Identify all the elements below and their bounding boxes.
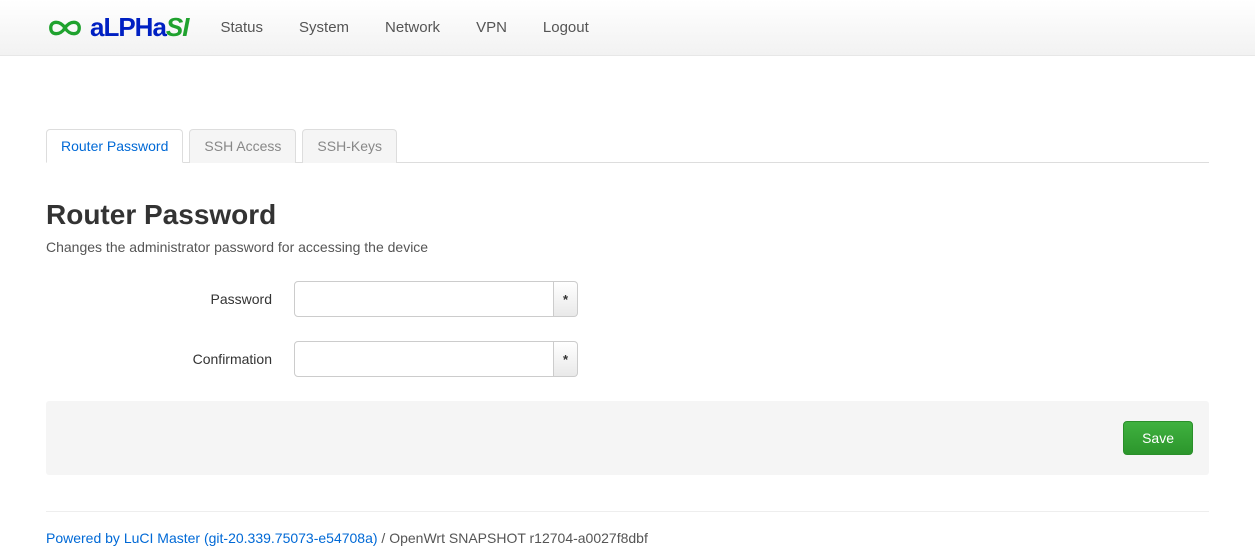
footer-link[interactable]: Powered by LuCI Master (git-20.339.75073…: [46, 530, 378, 546]
navbar: aLPHaSI Status System Network VPN Logout: [0, 0, 1255, 56]
main-container: Router Password SSH Access SSH-Keys Rout…: [0, 128, 1255, 546]
password-reveal-button[interactable]: *: [554, 281, 578, 317]
nav-item-vpn[interactable]: VPN: [476, 19, 507, 36]
password-label: Password: [46, 291, 294, 307]
nav-item-network[interactable]: Network: [385, 19, 440, 36]
actions-bar: Save: [46, 401, 1209, 475]
tab-ssh-access[interactable]: SSH Access: [189, 129, 296, 163]
confirmation-input-group: *: [294, 341, 578, 377]
footer: Powered by LuCI Master (git-20.339.75073…: [46, 511, 1209, 546]
page-description: Changes the administrator password for a…: [46, 239, 1209, 255]
password-input-group: *: [294, 281, 578, 317]
form-row-password: Password *: [46, 281, 1209, 317]
nav-item-system[interactable]: System: [299, 19, 349, 36]
password-input[interactable]: [294, 281, 554, 317]
confirmation-label: Confirmation: [46, 351, 294, 367]
logo[interactable]: aLPHaSI: [46, 12, 189, 43]
logo-icon: [46, 14, 84, 42]
nav-item-status[interactable]: Status: [221, 19, 264, 36]
save-button[interactable]: Save: [1123, 421, 1193, 455]
page-title: Router Password: [46, 199, 1209, 231]
nav-items: Status System Network VPN Logout: [221, 19, 589, 36]
footer-separator: /: [378, 530, 390, 546]
form-row-confirmation: Confirmation *: [46, 341, 1209, 377]
confirmation-reveal-button[interactable]: *: [554, 341, 578, 377]
tabs: Router Password SSH Access SSH-Keys: [46, 128, 1209, 163]
footer-version: OpenWrt SNAPSHOT r12704-a0027f8dbf: [389, 530, 648, 546]
logo-text: aLPHaSI: [90, 12, 189, 43]
nav-item-logout[interactable]: Logout: [543, 19, 589, 36]
tab-ssh-keys[interactable]: SSH-Keys: [302, 129, 397, 163]
tab-router-password[interactable]: Router Password: [46, 129, 183, 163]
confirmation-input[interactable]: [294, 341, 554, 377]
